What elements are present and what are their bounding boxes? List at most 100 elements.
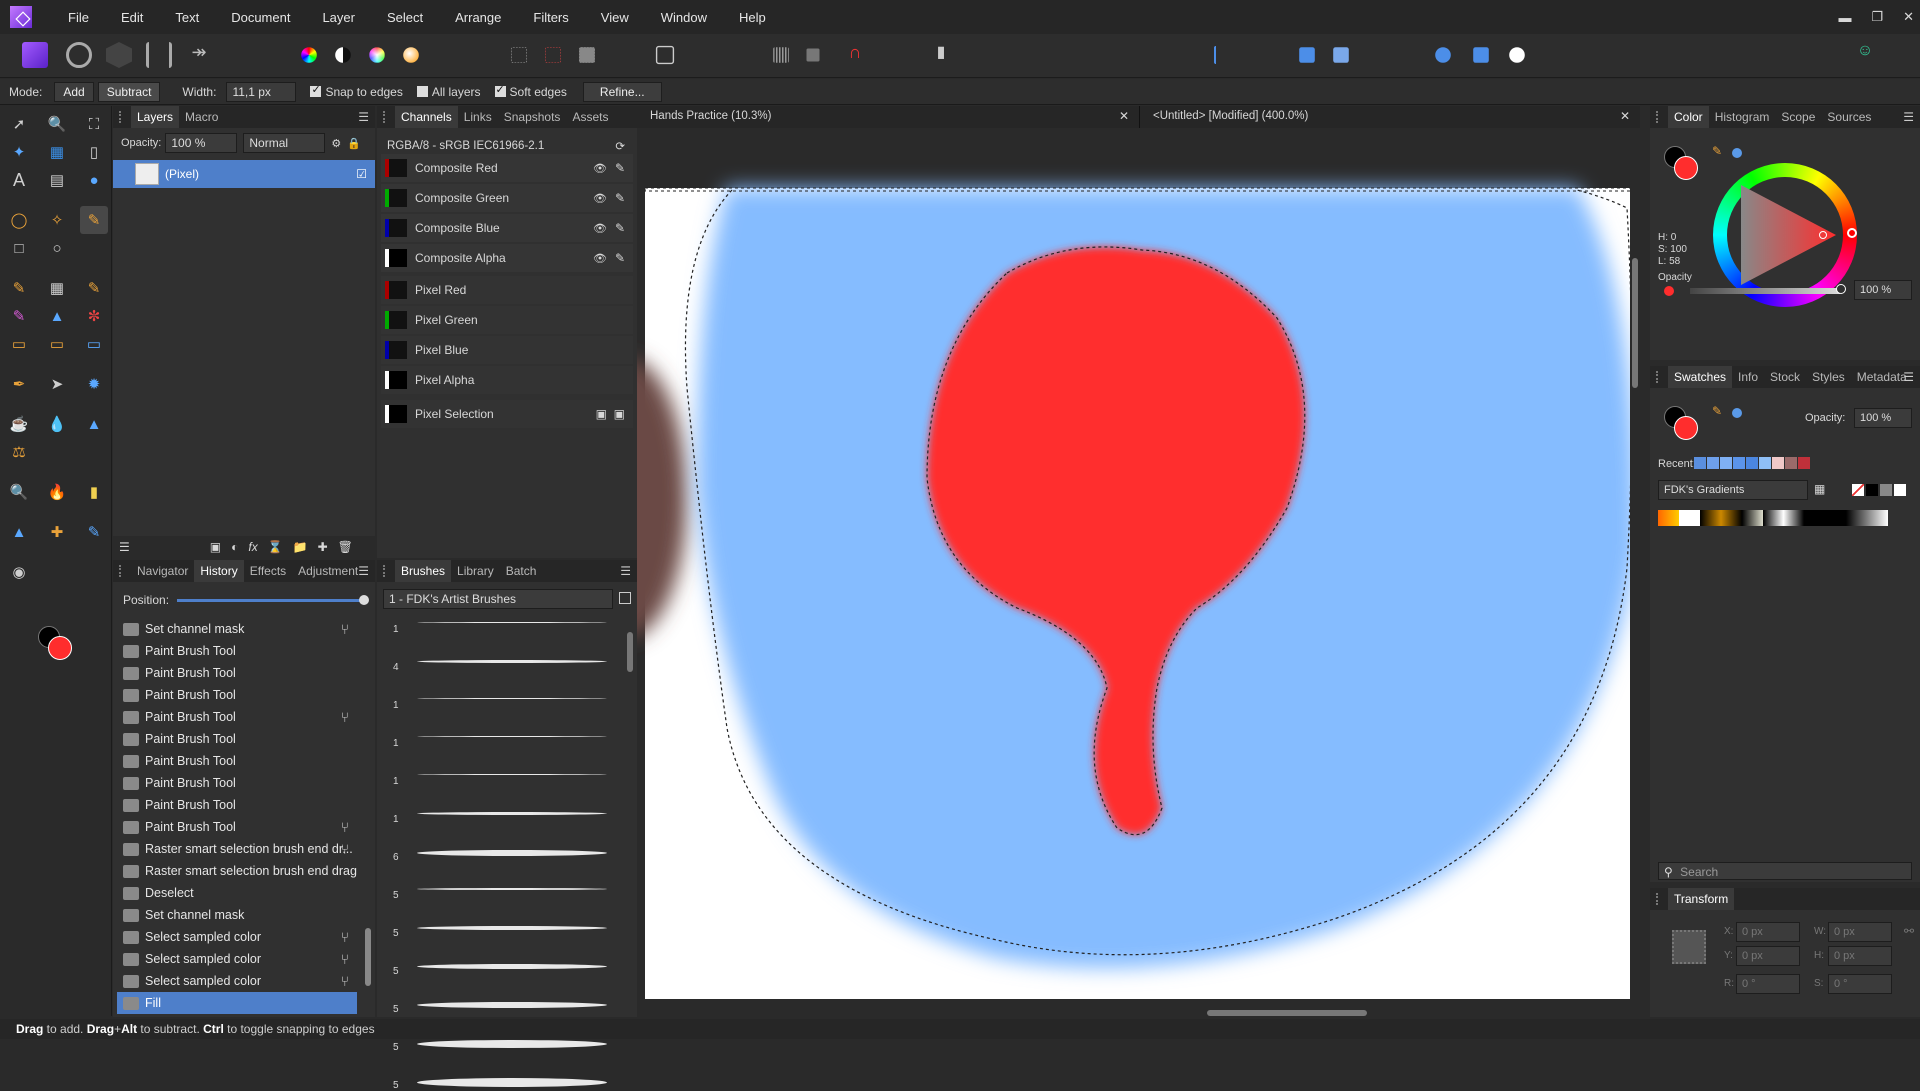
canvas-image[interactable]: [567, 128, 1641, 1019]
ellipse-marquee-icon[interactable]: ○: [43, 234, 71, 262]
perspective-tool-icon[interactable]: ▯: [80, 138, 108, 166]
menu-select[interactable]: Select: [371, 10, 439, 25]
mask-invert-icon[interactable]: ▣: [614, 407, 625, 421]
brush-stroke[interactable]: [417, 926, 607, 930]
channel-row[interactable]: Composite Red 👁 ✎: [381, 154, 633, 182]
menu-window[interactable]: Window: [645, 10, 723, 25]
sharpen-tool-icon[interactable]: ▲: [80, 410, 108, 438]
channel-row[interactable]: Pixel Green: [381, 306, 633, 334]
live-filter-icon[interactable]: ⌛: [268, 540, 283, 554]
history-item[interactable]: Paint Brush Tool: [117, 728, 357, 750]
opacity-field[interactable]: 100 %: [165, 133, 238, 153]
delete-layer-icon[interactable]: 🗑: [338, 540, 353, 554]
history-item[interactable]: Select sampled color ⑂: [117, 970, 357, 992]
blur-tool-icon[interactable]: 💧: [43, 410, 71, 438]
history-item[interactable]: Fill: [117, 992, 357, 1014]
refresh-icon[interactable]: ⟳: [615, 139, 625, 153]
tab-library[interactable]: Library: [451, 564, 500, 578]
background-erase-icon[interactable]: ▭: [43, 330, 71, 358]
refine-button[interactable]: Refine...: [582, 81, 662, 102]
develop-persona-icon[interactable]: [106, 42, 132, 68]
tab-sources[interactable]: Sources: [1821, 110, 1877, 124]
opacity-field[interactable]: 100 %: [1854, 280, 1912, 300]
tab-snapshots[interactable]: Snapshots: [498, 110, 567, 124]
snap-checkbox[interactable]: [310, 83, 322, 97]
subtract-shape-icon[interactable]: [1473, 47, 1489, 63]
tab-adjustment[interactable]: Adjustment: [292, 564, 364, 578]
shear-field[interactable]: 0 °: [1828, 974, 1892, 994]
panel-menu-icon[interactable]: ☰: [358, 110, 369, 124]
clone-tool-icon[interactable]: ▮: [80, 478, 108, 506]
flood-select-icon[interactable]: ✧: [43, 206, 71, 234]
crop-tool-icon[interactable]: ⛶: [80, 110, 108, 138]
color-picker-icon[interactable]: ✎: [1712, 404, 1722, 418]
freehand-select-icon[interactable]: ◯: [5, 206, 33, 234]
grid-snap-icon[interactable]: [773, 47, 789, 63]
layer-visible-checkbox[interactable]: ☑: [356, 167, 367, 181]
mixer-brush-icon[interactable]: ✎: [5, 302, 33, 330]
opacity-field[interactable]: 100 %: [1854, 408, 1912, 428]
swatch-search-input[interactable]: ⚲ Search: [1658, 862, 1912, 880]
settings-gear-icon[interactable]: ⚙: [331, 137, 341, 150]
color-picker-icon[interactable]: ✎: [1712, 144, 1722, 158]
recent-color-swatch[interactable]: [1798, 457, 1810, 469]
secondary-color-swatch[interactable]: [1674, 156, 1698, 180]
eye-icon[interactable]: 👁: [593, 222, 607, 235]
tab-history[interactable]: History: [194, 560, 244, 582]
brush-stroke[interactable]: [417, 660, 607, 663]
horizontal-scrollbar[interactable]: [637, 1007, 1630, 1019]
recent-color-swatch[interactable]: [1759, 457, 1771, 469]
red-eye-icon[interactable]: 🔍: [5, 478, 33, 506]
add-layer-icon[interactable]: ✚: [318, 540, 328, 554]
contrast-icon[interactable]: [335, 47, 351, 63]
branch-icon[interactable]: ⑂: [341, 819, 349, 835]
document-tab-1[interactable]: Hands Practice (10.3%) ✕: [637, 106, 1140, 128]
hsl-icon[interactable]: [369, 47, 385, 63]
anchor-selector[interactable]: [1672, 930, 1706, 964]
opacity-slider-thumb[interactable]: [1836, 284, 1846, 294]
liquify-persona-icon[interactable]: [66, 42, 92, 68]
width-field[interactable]: 11,1 px: [226, 81, 297, 102]
w-field[interactable]: 0 px: [1828, 922, 1892, 942]
vertical-scroll-thumb[interactable]: [1632, 258, 1638, 388]
white-swatch[interactable]: [1894, 484, 1906, 496]
all-layers-checkbox[interactable]: [416, 86, 428, 97]
edit-channel-icon[interactable]: ✎: [615, 161, 625, 175]
pen-tool-icon[interactable]: ✒: [5, 370, 33, 398]
channel-row[interactable]: Pixel Selection ▣ ▣: [381, 400, 633, 428]
y-field[interactable]: 0 px: [1736, 946, 1800, 966]
marquee-select-icon[interactable]: [511, 47, 527, 63]
tab-styles[interactable]: Styles: [1806, 370, 1851, 384]
secondary-color-swatch[interactable]: [48, 636, 72, 660]
tab-links[interactable]: Links: [458, 110, 498, 124]
branch-icon[interactable]: ⑂: [341, 841, 349, 857]
document-tab-2[interactable]: <Untitled> [Modified] (400.0%) ✕: [1140, 106, 1640, 128]
restore-icon[interactable]: ❐: [1871, 9, 1883, 25]
burn-tool-icon[interactable]: 🔥: [43, 478, 71, 506]
grey-swatch[interactable]: [1880, 484, 1892, 496]
tab-assets[interactable]: Assets: [566, 110, 614, 124]
close-tab-icon[interactable]: ✕: [1119, 109, 1129, 123]
brush-stroke[interactable]: [417, 774, 607, 775]
user-account-icon[interactable]: ☺: [1852, 42, 1878, 68]
position-slider-thumb[interactable]: [359, 595, 369, 605]
branch-icon[interactable]: ⑂: [341, 951, 349, 967]
brush-category-select[interactable]: 1 - FDK's Artist Brushes: [383, 589, 613, 609]
node-tool-icon[interactable]: ➤: [43, 370, 71, 398]
edit-channel-icon[interactable]: ✎: [615, 221, 625, 235]
menu-view[interactable]: View: [585, 10, 645, 25]
history-item[interactable]: Paint Brush Tool: [117, 684, 357, 706]
branch-icon[interactable]: ⑂: [341, 709, 349, 725]
view-tool-icon[interactable]: ✦: [5, 138, 33, 166]
canvas-area[interactable]: [567, 128, 1641, 1019]
add-shape-icon[interactable]: [1435, 47, 1451, 63]
brush-stroke[interactable]: [417, 622, 607, 623]
palette-select[interactable]: FDK's Gradients: [1658, 480, 1808, 500]
close-icon[interactable]: ✕: [1903, 9, 1914, 25]
align-left-icon[interactable]: [1213, 45, 1232, 65]
brush-stroke[interactable]: [417, 888, 607, 890]
channel-row[interactable]: Composite Green 👁 ✎: [381, 184, 633, 212]
healing-brush-icon[interactable]: ✚: [43, 518, 71, 546]
quick-mask-icon[interactable]: [655, 45, 675, 65]
black-swatch[interactable]: [1866, 484, 1878, 496]
